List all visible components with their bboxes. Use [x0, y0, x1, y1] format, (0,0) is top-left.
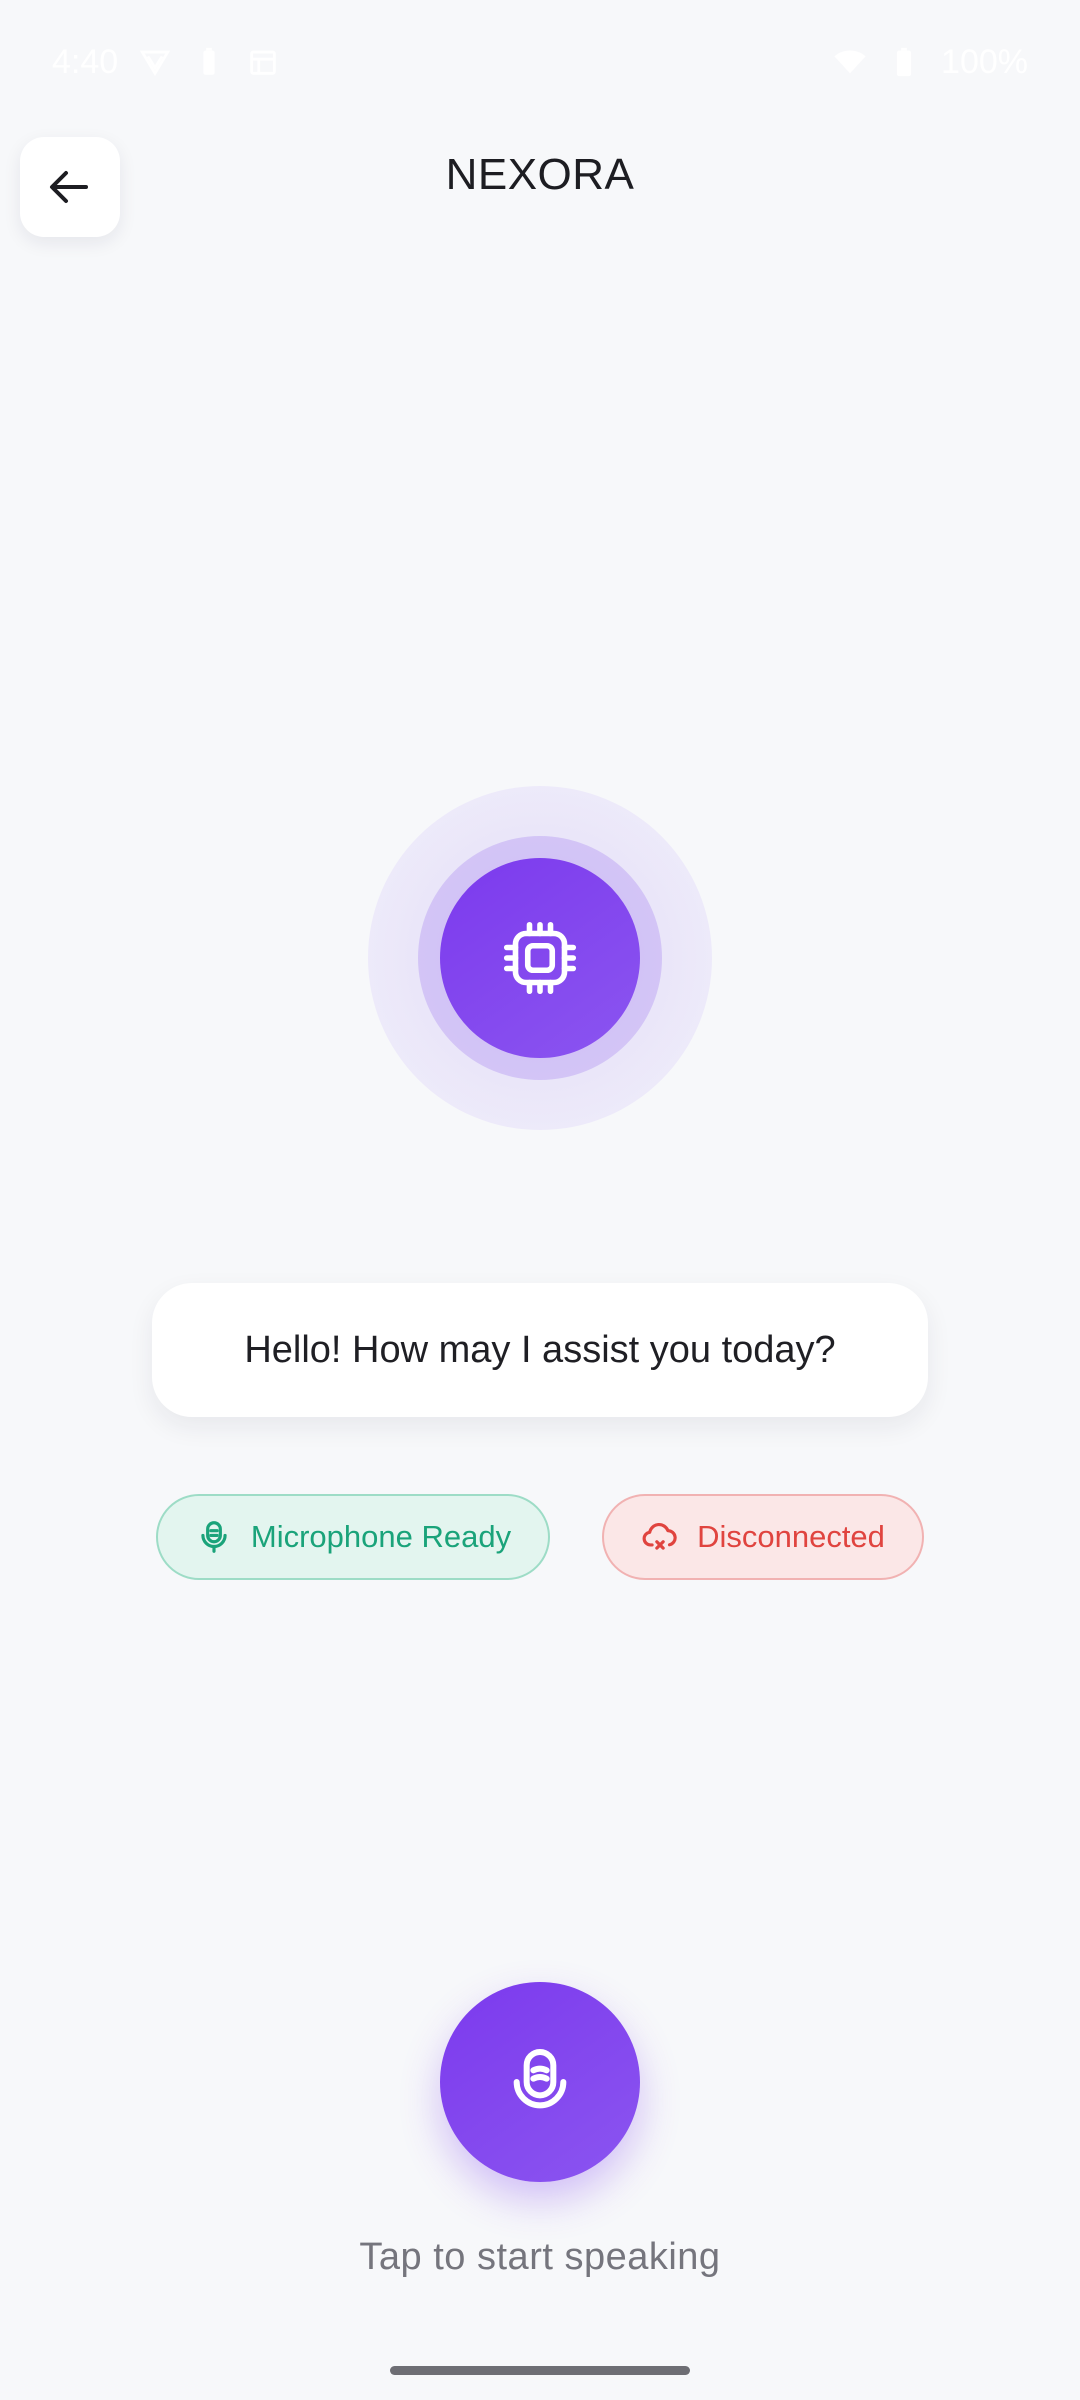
start-speaking-button[interactable]: [440, 1982, 640, 2182]
vpn-icon: [138, 45, 172, 79]
microphone-status-chip: Microphone Ready: [156, 1494, 550, 1580]
battery-saver-icon: [192, 45, 226, 79]
status-time: 4:40: [52, 42, 119, 81]
voice-assistant-screen: 4:40 100% NEXORA Hello! How may I assist…: [0, 0, 1080, 2400]
page-title: NEXORA: [445, 150, 635, 199]
cloud-offline-icon: [642, 1523, 677, 1550]
assistant-orb: [440, 858, 640, 1058]
microphone-icon: [201, 1521, 227, 1553]
connection-status-chip: Disconnected: [602, 1494, 924, 1580]
microphone-status-label: Microphone Ready: [250, 1519, 512, 1554]
battery-icon: [887, 45, 921, 79]
calendar-icon: [246, 45, 280, 79]
home-indicator[interactable]: [390, 2366, 690, 2375]
assistant-message-text: Hello! How may I assist you today?: [244, 1328, 836, 1371]
status-left: 4:40: [52, 43, 280, 82]
connection-status-label: Disconnected: [697, 1519, 885, 1554]
cpu-chip-icon: [503, 921, 577, 995]
battery-percent: 100%: [941, 42, 1028, 81]
status-bar: 4:40 100%: [0, 0, 1080, 124]
status-right: 100%: [833, 43, 1028, 82]
microphone-icon: [513, 2049, 567, 2109]
wifi-icon: [833, 45, 867, 79]
speaking-hint: Tap to start speaking: [359, 2236, 721, 2278]
assistant-message-bubble: Hello! How may I assist you today?: [152, 1283, 928, 1417]
